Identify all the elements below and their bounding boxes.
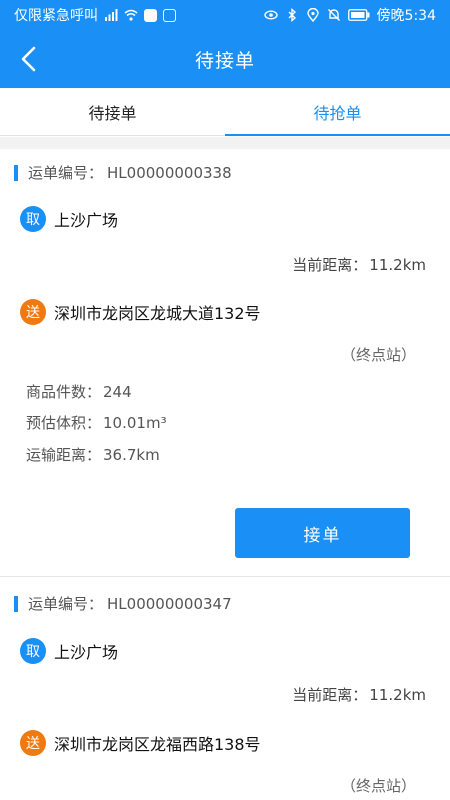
- delivery-address-row: 送 深圳市龙岗区龙福西路138号: [20, 730, 261, 756]
- terminal-label: （终点站）: [340, 777, 416, 795]
- volume-label: 预估体积：: [26, 414, 102, 432]
- transport-distance-value: 36.7km: [103, 446, 160, 464]
- accent-bar: [14, 595, 18, 612]
- battery-icon: [347, 9, 370, 21]
- pickup-address-row: 取 上沙广场: [20, 638, 118, 664]
- current-distance-value: 11.2km: [369, 256, 426, 274]
- order-number-label: 运单编号：: [28, 595, 104, 613]
- current-distance-row: 当前距离： 11.2km: [292, 684, 426, 705]
- goods-count-value: 244: [103, 383, 132, 401]
- pickup-badge-icon: 取: [20, 638, 46, 664]
- goods-count-row: 商品件数： 244: [26, 381, 132, 402]
- signal-icon: [105, 9, 118, 21]
- mute-icon: [327, 9, 340, 21]
- terminal-label: （终点站）: [340, 346, 416, 364]
- app-icon: [163, 8, 176, 22]
- pickup-address: 上沙广场: [54, 643, 119, 662]
- order-card: 运单编号： HL00000000338 取 上沙广场 当前距离： 11.2km 送…: [0, 149, 450, 577]
- goods-count-label: 商品件数：: [26, 383, 102, 401]
- section-divider: [0, 137, 450, 149]
- eye-icon: [263, 10, 278, 20]
- accent-bar: [14, 164, 18, 181]
- delivery-badge-icon: 送: [20, 299, 46, 325]
- status-bar: 仅限紧急呼叫 傍晚5:34: [0, 0, 450, 30]
- delivery-address-row: 送 深圳市龙岗区龙城大道132号: [20, 299, 261, 325]
- volume-value: 10.01m³: [103, 414, 167, 432]
- location-icon: [306, 8, 319, 22]
- current-distance-row: 当前距离： 11.2km: [292, 254, 426, 275]
- delivery-address: 深圳市龙岗区龙福西路138号: [54, 735, 261, 754]
- tab-pending-grab[interactable]: 待抢单: [225, 88, 450, 136]
- volume-row: 预估体积： 10.01m³: [26, 412, 167, 433]
- pickup-badge-icon: 取: [20, 206, 46, 232]
- delivery-address: 深圳市龙岗区龙城大道132号: [54, 304, 261, 323]
- order-number-value: HL00000000338: [107, 163, 232, 182]
- order-number-value: HL00000000347: [107, 594, 232, 613]
- order-number-row: 运单编号： HL00000000347: [14, 593, 232, 614]
- order-number-row: 运单编号： HL00000000338: [14, 162, 232, 183]
- tab-bar: 待接单 待抢单: [0, 88, 450, 136]
- delivery-badge-icon: 送: [20, 730, 46, 756]
- order-card: 运单编号： HL00000000347 取 上沙广场 当前距离： 11.2km 送…: [0, 578, 450, 800]
- current-distance-value: 11.2km: [369, 686, 426, 704]
- shield-icon: [144, 8, 157, 22]
- transport-distance-row: 运输距离： 36.7km: [26, 444, 160, 465]
- clock-text: 傍晚5:34: [376, 8, 436, 24]
- pickup-address: 上沙广场: [54, 211, 119, 230]
- pickup-address-row: 取 上沙广场: [20, 206, 118, 232]
- page-title: 待接单: [194, 49, 255, 72]
- accept-order-button[interactable]: 接单: [235, 508, 410, 558]
- tab-pending-accept[interactable]: 待接单: [0, 88, 225, 135]
- chevron-left-icon: [21, 46, 36, 72]
- current-distance-label: 当前距离：: [292, 256, 368, 274]
- bluetooth-icon: [288, 8, 296, 22]
- app-header: 待接单: [0, 30, 450, 88]
- current-distance-label: 当前距离：: [292, 686, 368, 704]
- carrier-text: 仅限紧急呼叫: [14, 8, 98, 24]
- transport-distance-label: 运输距离：: [26, 446, 102, 464]
- order-number-label: 运单编号：: [28, 164, 104, 182]
- back-button[interactable]: [12, 42, 46, 76]
- wifi-icon: [124, 9, 138, 21]
